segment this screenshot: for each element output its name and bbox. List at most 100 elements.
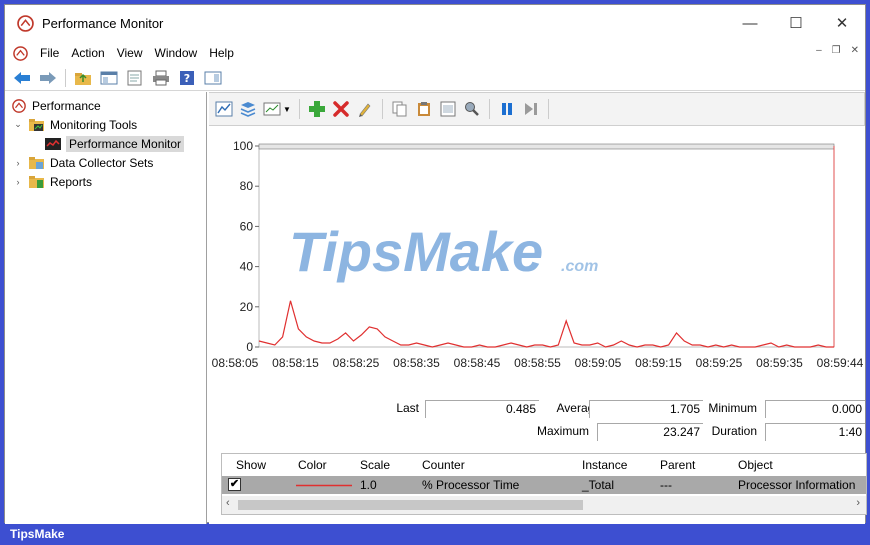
app-window: Performance Monitor — ☐ ✕ File Action Vi…: [4, 4, 867, 524]
highlight-button[interactable]: [356, 100, 374, 118]
col-scale[interactable]: Scale: [360, 458, 390, 472]
y-tick-label: 20: [240, 300, 254, 314]
graph-type-icon: [263, 102, 281, 116]
console-tree: Performance ⌄ Monitoring Tools Performan…: [5, 92, 207, 524]
action-pane-icon: [204, 71, 222, 84]
dropdown-arrow-icon[interactable]: ▼: [283, 105, 291, 114]
y-tick-label: 100: [233, 139, 253, 153]
view-current-activity-button[interactable]: [215, 100, 233, 118]
print-button[interactable]: [152, 69, 170, 87]
maximize-button[interactable]: ☐: [773, 5, 819, 41]
forward-button[interactable]: [39, 69, 57, 87]
svg-text:?: ?: [184, 72, 190, 85]
tree-item-performance-monitor[interactable]: Performance Monitor: [5, 134, 206, 153]
average-value: 1.705: [589, 400, 703, 418]
main-toolbar: ?: [5, 65, 865, 91]
menu-help[interactable]: Help: [209, 46, 234, 60]
y-tick-label: 60: [240, 219, 254, 233]
tree-label: Data Collector Sets: [50, 155, 154, 170]
perfmon-app-icon: [17, 14, 34, 32]
x-tick-label: 08:58:25: [333, 356, 380, 370]
col-parent[interactable]: Parent: [660, 458, 695, 472]
y-tick-label: 40: [240, 260, 254, 274]
data-collector-sets-icon: [29, 156, 44, 169]
properties-button[interactable]: [439, 100, 457, 118]
horizontal-scrollbar[interactable]: ‹ ›: [222, 496, 866, 514]
watermark: TipsMake .com: [289, 220, 598, 283]
show-hide-tree-button[interactable]: [100, 69, 118, 87]
mdi-close-button[interactable]: ✕: [851, 45, 859, 56]
tree-item-monitoring-tools[interactable]: ⌄ Monitoring Tools: [5, 115, 206, 134]
chevron-right-icon[interactable]: ›: [13, 158, 23, 168]
minimum-label: Minimum: [708, 401, 757, 415]
chevron-down-icon[interactable]: ⌄: [13, 119, 23, 130]
tree-label: Performance: [32, 98, 101, 113]
menu-window[interactable]: Window: [155, 46, 198, 60]
mdi-minimize-button[interactable]: –: [816, 45, 822, 56]
tree-item-performance[interactable]: Performance: [5, 96, 206, 115]
back-button[interactable]: [13, 69, 31, 87]
copy-properties-button[interactable]: [391, 100, 409, 118]
statistics-panel: Last 0.485 Average 1.705 Minimum 0.000 M…: [209, 397, 865, 441]
x-tick-label: 08:58:45: [454, 356, 501, 370]
col-color[interactable]: Color: [298, 458, 327, 472]
duration-value: 1:40: [765, 423, 865, 441]
copy-icon: [392, 101, 407, 117]
paste-counter-list-button[interactable]: [415, 100, 433, 118]
x-tick-label: 08:59:15: [635, 356, 682, 370]
show-action-pane-button[interactable]: [204, 69, 222, 87]
minimize-button[interactable]: —: [727, 5, 773, 41]
max-band: [258, 143, 835, 150]
window-controls: — ☐ ✕: [727, 5, 865, 41]
title-bar: Performance Monitor — ☐ ✕: [5, 5, 865, 41]
tree-item-reports[interactable]: › Reports: [5, 172, 206, 191]
scrollbar-thumb[interactable]: [238, 500, 583, 510]
maximum-label: Maximum: [536, 424, 589, 438]
zoom-button[interactable]: [463, 100, 481, 118]
reports-icon: [29, 175, 44, 188]
row-scale: 1.0: [360, 478, 377, 492]
help-icon: ?: [180, 70, 194, 85]
delete-x-icon: [333, 101, 349, 117]
properties-icon: [127, 70, 142, 85]
col-instance[interactable]: Instance: [582, 458, 627, 472]
paste-clipboard-icon: [417, 102, 430, 116]
up-folder-button[interactable]: [74, 69, 92, 87]
watermark-suffix: .com: [561, 258, 598, 275]
scroll-right-icon[interactable]: ›: [856, 497, 860, 509]
menu-action[interactable]: Action: [71, 46, 104, 60]
menu-view[interactable]: View: [117, 46, 143, 60]
freeze-display-button[interactable]: [498, 100, 516, 118]
window-title: Performance Monitor: [42, 15, 164, 31]
help-button[interactable]: ?: [178, 69, 196, 87]
change-graph-type-button[interactable]: [263, 100, 281, 118]
close-button[interactable]: ✕: [819, 5, 865, 41]
series-layer: [258, 300, 834, 348]
y-tick-label: 0: [246, 340, 253, 354]
add-counter-button[interactable]: [308, 100, 326, 118]
legend-row[interactable]: ✔ 1.0 % Processor Time _Total --- Proces…: [222, 476, 866, 494]
menu-bar: File Action View Window Help – ❐ ✕: [5, 41, 865, 65]
show-checkbox[interactable]: ✔: [228, 478, 241, 491]
delete-counter-button[interactable]: [332, 100, 350, 118]
x-tick-label: 08:59:25: [696, 356, 743, 370]
last-value: 0.485: [425, 400, 539, 418]
y-tick-label: 80: [240, 179, 254, 193]
scroll-left-icon[interactable]: ‹: [226, 497, 230, 509]
mdi-controls: – ❐ ✕: [816, 45, 859, 56]
tree-item-data-collector-sets[interactable]: › Data Collector Sets: [5, 153, 206, 172]
view-log-data-button[interactable]: [239, 100, 257, 118]
perfmon-menu-icon[interactable]: [13, 45, 28, 61]
properties-button[interactable]: [126, 69, 144, 87]
col-show[interactable]: Show: [236, 458, 266, 472]
menu-file[interactable]: File: [40, 46, 59, 60]
maximum-value: 23.247: [597, 423, 703, 441]
chevron-right-icon[interactable]: ›: [13, 177, 23, 187]
watermark-text: TipsMake: [289, 220, 543, 283]
col-counter[interactable]: Counter: [422, 458, 465, 472]
mdi-restore-button[interactable]: ❐: [832, 45, 841, 56]
col-object[interactable]: Object: [738, 458, 773, 472]
update-data-button[interactable]: [522, 100, 540, 118]
x-tick-label: 08:59:44: [817, 356, 864, 370]
counter-legend: Show Color Scale Counter Instance Parent…: [221, 453, 867, 515]
